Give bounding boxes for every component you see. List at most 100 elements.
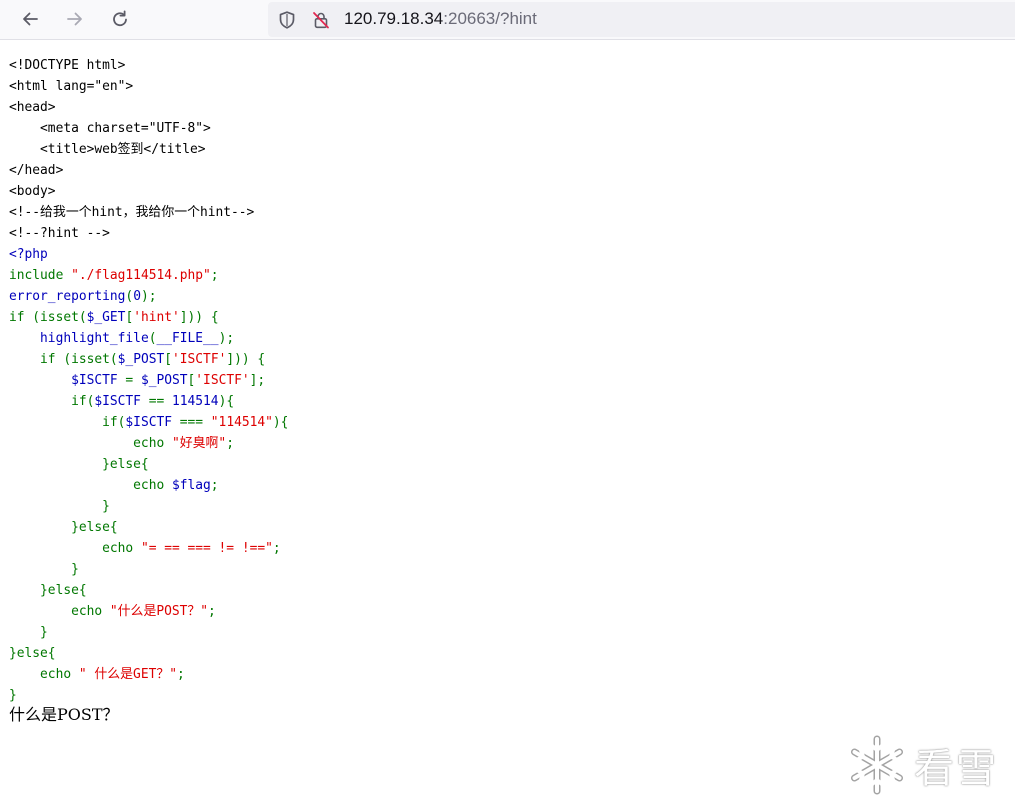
code-token: <!--给我一个hint，我给你一个hint--> [9, 205, 255, 220]
code-token: " 什么是GET？" [78, 667, 177, 682]
code-token: ( [109, 352, 118, 367]
code-token: ])) { [226, 352, 266, 367]
source-line: <!--?hint --> [9, 223, 288, 244]
code-token: if( [9, 415, 126, 430]
source-line: <?php [9, 244, 288, 265]
code-token: ; [177, 667, 185, 682]
source-line: } [9, 685, 288, 706]
source-line: if (isset($_POST['ISCTF'])) { [9, 349, 288, 370]
code-token: $flag [171, 478, 211, 493]
source-line: error_reporting(0); [9, 286, 288, 307]
code-token: echo [9, 478, 172, 493]
code-token: 'ISCTF' [172, 352, 227, 367]
code-token: } [9, 625, 48, 640]
code-token: "什么是POST？" [109, 604, 209, 619]
code-token: ; [226, 436, 234, 451]
shield-icon[interactable] [277, 10, 297, 30]
code-token: $ISCTF [71, 373, 126, 388]
back-button[interactable] [15, 4, 45, 34]
code-token: <?php [9, 247, 48, 262]
code-token: <title>web签到</title> [9, 142, 206, 157]
source-line: }else{ [9, 580, 288, 601]
code-token: ; [210, 268, 219, 283]
source-line: <body> [9, 181, 288, 202]
watermark-text: 看雪 [914, 746, 998, 792]
source-line: $ISCTF = $_POST['ISCTF']; [9, 370, 288, 391]
code-token: if ( [9, 310, 41, 325]
code-token: } [9, 499, 110, 514]
source-line: highlight_file(__FILE__); [9, 328, 288, 349]
code-token: 0 [133, 289, 141, 304]
source-line: } [9, 559, 288, 580]
code-token: highlight_file [40, 331, 149, 346]
snowflake-icon [851, 735, 903, 795]
watermark: 看雪 [846, 733, 1006, 797]
source-line: }else{ [9, 454, 288, 475]
code-token: ){ [272, 415, 289, 430]
browser-toolbar: 120.79.18.34:20663/?hint [0, 0, 1015, 40]
code-token: <html lang="en"> [9, 79, 134, 94]
reload-button[interactable] [105, 4, 135, 34]
address-bar[interactable]: 120.79.18.34:20663/?hint [268, 2, 1015, 37]
code-token: $ISCTF [125, 415, 180, 430]
source-line: echo "什么是POST？"; [9, 601, 288, 622]
code-token: ; [272, 541, 281, 556]
code-token: include [9, 268, 72, 283]
echo-output-text: 什么是POST？ [9, 705, 119, 724]
code-token: $ISCTF [94, 394, 149, 409]
arrow-right-icon [67, 12, 82, 26]
insecure-lock-icon[interactable] [311, 10, 331, 30]
code-token: }else{ [9, 520, 118, 535]
url-text[interactable]: 120.79.18.34:20663/?hint [344, 8, 537, 30]
code-token: == [148, 394, 172, 409]
code-token: === [179, 415, 211, 430]
source-line: <head> [9, 97, 288, 118]
url-host: 120.79.18.34 [344, 9, 444, 28]
code-token: </head> [9, 163, 64, 178]
code-token: }else{ [9, 646, 56, 661]
code-token: ); [218, 331, 235, 346]
code-token: if ( [9, 352, 72, 367]
source-line: if (isset($_GET['hint'])) { [9, 307, 288, 328]
code-token: echo [9, 604, 110, 619]
code-token: ( [78, 310, 87, 325]
code-token: "114514" [210, 415, 273, 430]
code-token: = [125, 373, 141, 388]
code-token: isset [40, 310, 79, 325]
source-line: <meta charset="UTF-8"> [9, 118, 288, 139]
source-line: echo "好臭啊"; [9, 433, 288, 454]
code-token: if( [9, 394, 95, 409]
forward-button[interactable] [60, 4, 90, 34]
code-token: ){ [218, 394, 235, 409]
code-token: "好臭啊" [171, 436, 227, 451]
code-token: echo [9, 436, 172, 451]
source-line: <html lang="en"> [9, 76, 288, 97]
code-token: echo [9, 541, 141, 556]
code-token: <!--?hint --> [9, 226, 110, 241]
code-token: }else{ [9, 583, 87, 598]
code-token: __FILE__ [156, 331, 219, 346]
source-line: } [9, 622, 288, 643]
code-token: $_GET [86, 310, 126, 325]
code-token: echo [9, 667, 79, 682]
source-line: include "./flag114514.php"; [9, 265, 288, 286]
source-line: <!DOCTYPE html> [9, 55, 288, 76]
code-token: error_reporting [9, 289, 126, 304]
source-line: echo $flag; [9, 475, 288, 496]
source-line: </head> [9, 160, 288, 181]
code-token: 'hint' [133, 310, 180, 325]
code-token: <meta charset="UTF-8"> [9, 121, 211, 136]
code-token: $_POST [117, 352, 165, 367]
code-token: <head> [9, 100, 56, 115]
code-token: $_POST [140, 373, 188, 388]
code-token: isset [71, 352, 110, 367]
code-token: [ [164, 352, 173, 367]
code-token: 114514 [172, 394, 219, 409]
source-line: if($ISCTF == 114514){ [9, 391, 288, 412]
code-token: "./flag114514.php" [71, 268, 211, 283]
source-line: }else{ [9, 517, 288, 538]
source-line: } [9, 496, 288, 517]
code-token: "= == === != !==" [140, 541, 273, 556]
